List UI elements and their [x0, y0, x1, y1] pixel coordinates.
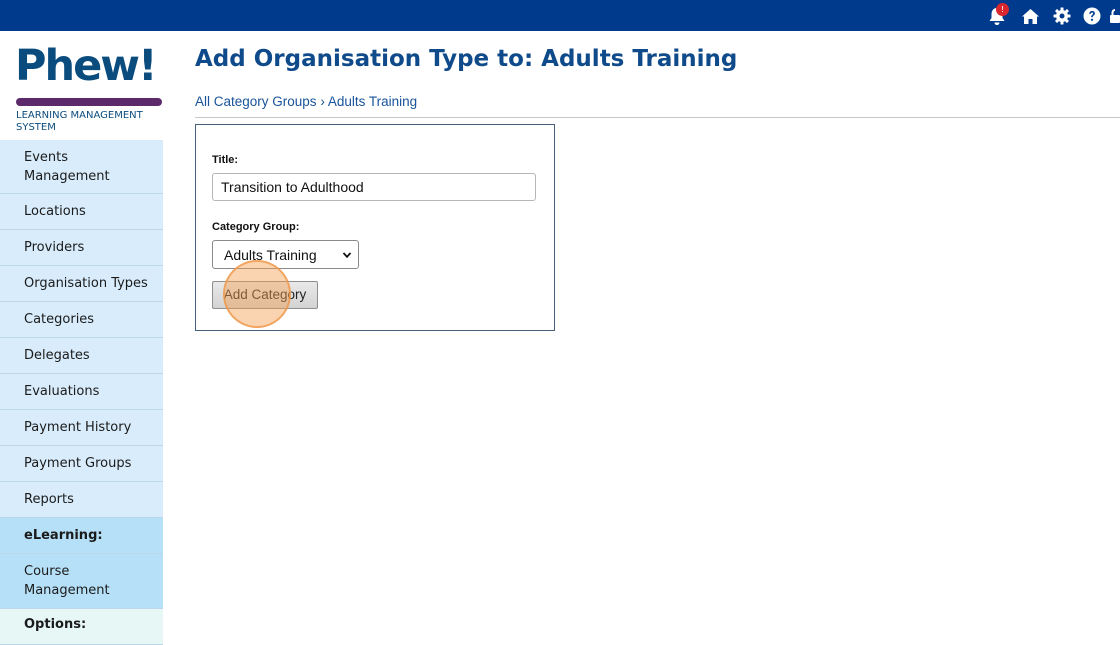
notification-badge: ! — [996, 3, 1009, 16]
sidebar-item-payment-history[interactable]: Payment History — [0, 410, 163, 446]
settings-button[interactable] — [1052, 6, 1072, 26]
sidebar-item-payment-groups[interactable]: Payment Groups — [0, 446, 163, 482]
breadcrumb-separator: › — [320, 94, 325, 109]
logo-underline — [16, 98, 162, 106]
gear-icon — [1053, 7, 1071, 25]
sidebar-item-label: Providers — [24, 240, 85, 255]
sidebar-section-label: eLearning: — [24, 528, 103, 543]
logo-subtitle: LEARNING MANAGEMENT SYSTEM — [16, 110, 143, 133]
sidebar-item-events-management[interactable]: Events Management — [0, 140, 163, 194]
page-title: Add Organisation Type to: Adults Trainin… — [195, 46, 738, 72]
title-input[interactable] — [212, 173, 536, 201]
sidebar-item-label: Course Management — [24, 564, 110, 598]
home-button[interactable] — [1020, 6, 1040, 26]
sidebar-item-categories[interactable]: Categories — [0, 302, 163, 338]
sidebar-item-evaluations[interactable]: Evaluations — [0, 374, 163, 410]
notification-bell-icon[interactable]: ! — [987, 3, 1009, 26]
sidebar-nav: Events Management Locations Providers Or… — [0, 140, 163, 645]
sidebar-item-label: Events Management — [24, 149, 110, 184]
sidebar-item-delegates[interactable]: Delegates — [0, 338, 163, 374]
add-category-button[interactable]: Add Category — [212, 281, 318, 309]
sidebar-item-label: Delegates — [24, 348, 90, 363]
sidebar-item-organisation-types[interactable]: Organisation Types — [0, 266, 163, 302]
phew-logo[interactable]: Phew! LEARNING MANAGEMENT SYSTEM — [15, 41, 165, 133]
sidebar-item-locations[interactable]: Locations — [0, 194, 163, 230]
sidebar-item-reports[interactable]: Reports — [0, 482, 163, 518]
sidebar-item-label: Categories — [24, 312, 95, 327]
sidebar-item-providers[interactable]: Providers — [0, 230, 163, 266]
sidebar-item-label: Reports — [24, 492, 74, 507]
sidebar-section-label: Options: — [24, 617, 87, 632]
sidebar-section-options: Options: — [0, 609, 163, 645]
lock-icon — [1110, 9, 1120, 23]
top-bar: ! — [0, 0, 1120, 31]
header-divider — [195, 117, 1120, 118]
category-group-label: Category Group: — [212, 221, 300, 233]
add-category-form: Title: Category Group: Adults Training A… — [195, 124, 555, 331]
title-label: Title: — [212, 154, 239, 166]
breadcrumb-link-adults-training[interactable]: Adults Training — [328, 94, 417, 109]
sidebar-item-course-management[interactable]: Course Management — [0, 554, 163, 609]
category-group-selected-value: Adults Training — [224, 246, 317, 263]
sidebar-item-label: Organisation Types — [24, 276, 148, 291]
help-icon — [1083, 7, 1101, 25]
home-icon — [1021, 8, 1039, 24]
chevron-down-icon — [342, 252, 352, 259]
breadcrumb-link-all-category-groups[interactable]: All Category Groups — [195, 94, 317, 109]
sidebar-item-label: Evaluations — [24, 384, 100, 399]
category-group-select[interactable]: Adults Training — [212, 240, 359, 269]
breadcrumb: All Category Groups › Adults Training — [195, 94, 417, 109]
logo-wordmark: Phew! — [15, 41, 158, 91]
sidebar: Phew! LEARNING MANAGEMENT SYSTEM Events … — [0, 31, 165, 645]
help-button[interactable] — [1082, 6, 1102, 26]
sidebar-item-label: Locations — [24, 204, 86, 219]
sidebar-section-elearning: eLearning: — [0, 518, 163, 554]
sidebar-item-label: Payment History — [24, 420, 132, 435]
logout-button[interactable] — [1110, 6, 1120, 26]
sidebar-item-label: Payment Groups — [24, 456, 132, 471]
